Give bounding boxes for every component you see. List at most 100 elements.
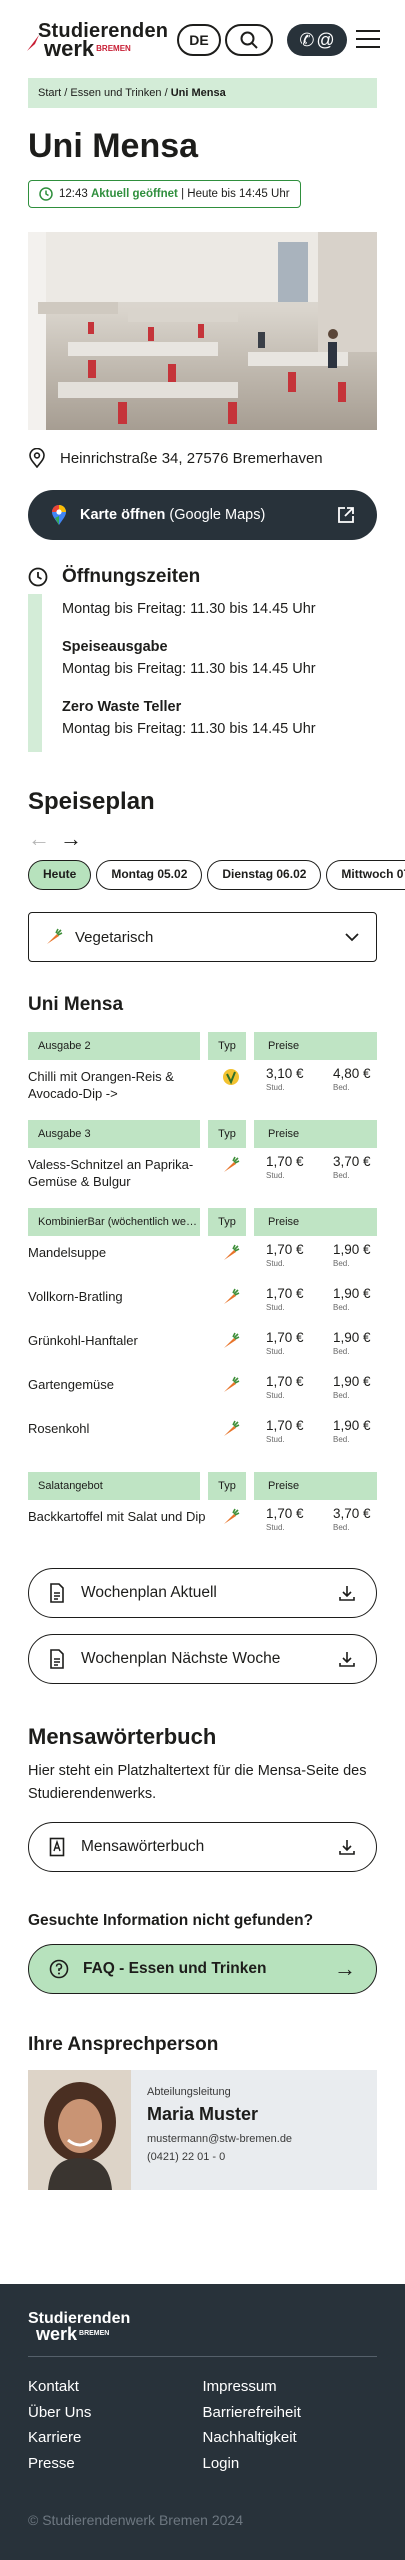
site-header: Studierenden werk BREMEN DE ✆ @ [0, 0, 405, 78]
footer-link-barrierefreiheit[interactable]: Barrierefreiheit [203, 2400, 378, 2426]
footer-link-login[interactable]: Login [203, 2451, 378, 2477]
dish-name: Vollkorn-Bratling [28, 1289, 123, 1304]
col-preise: Preise [254, 1208, 377, 1236]
opening-hours-list: Montag bis Freitag: 11.30 bis 14.45 Uhr … [28, 594, 377, 752]
menu-location-title: Uni Mensa [28, 994, 124, 1015]
woerterbuch-text: Hier steht ein Platzhaltertext für die M… [28, 1763, 367, 1802]
menu-section-header: Ausgabe 2 Typ Preise [28, 1032, 377, 1060]
question-icon [49, 1959, 69, 1979]
menu-item: Vollkorn-Bratling 1,70 € Stud. 1,90 € Bed. [28, 1286, 377, 1324]
menu-list: Ausgabe 2 Typ Preise Chilli mit Orangen-Rei… [0, 1032, 405, 1544]
contact-email[interactable]: mustermann@stw-bremen.de [147, 2133, 292, 2145]
contact-info: Abteilungsleitung Maria Muster musterman… [131, 2070, 292, 2190]
hamburger-icon[interactable] [356, 30, 380, 50]
dish-name: Gartengemüse [28, 1377, 114, 1392]
tab-dienstag[interactable]: Dienstag 06.02 [207, 860, 322, 890]
woerterbuch-download-button[interactable]: Mensawörterbuch [28, 1822, 377, 1872]
footer-link-impressum[interactable]: Impressum [203, 2374, 378, 2400]
diet-filter-select[interactable]: Vegetarisch [28, 912, 377, 962]
footer-link-kontakt[interactable]: Kontakt [28, 2374, 203, 2400]
section-name: Ausgabe 3 [28, 1120, 200, 1148]
status-until: | Heute bis 14:45 Uhr [181, 188, 290, 200]
tab-mittwoch[interactable]: Mittwoch 07.02 [326, 860, 405, 890]
next-arrow-icon[interactable]: → [60, 826, 82, 851]
footer-link-karriere[interactable]: Karriere [28, 2425, 203, 2451]
contact-card: Abteilungsleitung Maria Muster musterman… [28, 2070, 377, 2190]
col-preise: Preise [254, 1472, 377, 1500]
menu-item: Grünkohl-Hanftaler 1,70 € Stud. 1,90 € Bed. [28, 1330, 377, 1368]
maps-label: Karte öffnen [80, 507, 166, 523]
download-label: Wochenplan Nächste Woche [81, 1650, 281, 1667]
wochenplan-aktuell-button[interactable]: Wochenplan Aktuell [28, 1568, 377, 1618]
carrot-icon [224, 1420, 240, 1436]
dish-name: Chilli mit Orangen-Reis & Avocado-Dip -> [28, 1069, 174, 1101]
price-staff: 4,80 € Bed. [333, 1066, 371, 1092]
breadcrumb-item-essen[interactable]: Essen und Trinken [70, 87, 161, 99]
logo-city: BREMEN [96, 44, 131, 53]
hours-speiseausgabe: Speiseausgabe Montag bis Freitag: 11.30 b… [62, 639, 316, 677]
prev-arrow-icon[interactable]: ← [28, 826, 50, 851]
contact-button[interactable]: ✆ @ [287, 24, 347, 56]
footer-logo[interactable]: Studierenden werk BREMEN [28, 2311, 130, 2344]
site-footer: Studierenden werk BREMEN Kontakt Über Uns… [0, 2284, 405, 2560]
contact-photo [28, 2070, 131, 2190]
mail-icon: @ [316, 29, 335, 50]
clock-icon [39, 187, 53, 201]
contact-phone[interactable]: (0421) 22 01 - 0 [147, 2151, 292, 2163]
help-title: Gesuchte Information nicht gefunden? [28, 1912, 314, 1929]
external-link-icon [338, 507, 354, 523]
price-staff: 3,70 € Bed. [333, 1506, 371, 1532]
logo-swoosh-icon [27, 35, 39, 51]
footer-link-presse[interactable]: Presse [28, 2451, 203, 2477]
woerterbuch-title: Mensawörterbuch [28, 1724, 217, 1749]
footer-col-right: Impressum Barrierefreiheit Nachhaltigkei… [203, 2374, 378, 2476]
footer-link-ueber-uns[interactable]: Über Uns [28, 2400, 203, 2426]
price-staff: 3,70 € Bed. [333, 1154, 371, 1180]
contact-name: Maria Muster [147, 2104, 259, 2124]
download-icon [339, 1652, 355, 1667]
download-label: Wochenplan Aktuell [81, 1584, 217, 1601]
footer-link-nachhaltigkeit[interactable]: Nachhaltigkeit [203, 2425, 378, 2451]
language-switch[interactable]: DE [177, 24, 221, 56]
search-button[interactable] [225, 24, 273, 56]
dish-type [208, 1242, 254, 1280]
menu-item: Rosenkohl 1,70 € Stud. 1,90 € Bed. [28, 1418, 377, 1456]
brand-logo[interactable]: Studierenden werk BREMEN [27, 21, 168, 60]
contact-role: Abteilungsleitung [147, 2086, 231, 2098]
address: Heinrichstraße 34, 27576 Bremerhaven [28, 448, 377, 468]
menu-section: Ausgabe 3 Typ Preise Valess-Schnitzel an Pa… [28, 1120, 377, 1192]
menu-section-header: Salatangebot Typ Preise [28, 1472, 377, 1500]
faq-button[interactable]: FAQ - Essen und Trinken → [28, 1944, 377, 1994]
mensa-photo [28, 232, 377, 430]
carrot-icon [224, 1244, 240, 1260]
dish-type [208, 1506, 254, 1544]
dish-name: Grünkohl-Hanftaler [28, 1333, 138, 1348]
menu-item: Chilli mit Orangen-Reis & Avocado-Dip ->… [28, 1066, 377, 1104]
vegan-icon [223, 1069, 239, 1085]
price-student: 1,70 € Stud. [266, 1418, 304, 1444]
dish-type [208, 1154, 254, 1192]
breadcrumb-item-start[interactable]: Start [38, 87, 61, 99]
contact-title: Ihre Ansprechperson [28, 2034, 219, 2055]
day-tabs: Heute Montag 05.02 Dienstag 06.02 Mittwoch … [28, 860, 405, 894]
carrot-icon [224, 1332, 240, 1348]
col-typ: Typ [208, 1472, 246, 1500]
dish-name: Valess-Schnitzel an Paprika-Gemüse & Bul… [28, 1157, 194, 1189]
price-student: 1,70 € Stud. [266, 1286, 304, 1312]
breadcrumb: Start / Essen und Trinken / Uni Mensa [28, 78, 377, 108]
faq-label: FAQ - Essen und Trinken [83, 1960, 267, 1977]
phone-icon: ✆ [299, 29, 315, 50]
address-text: Heinrichstraße 34, 27576 Bremerhaven [60, 449, 323, 467]
google-maps-button[interactable]: Karte öffnen (Google Maps) [28, 490, 377, 540]
clock-icon [28, 567, 48, 587]
col-typ: Typ [208, 1032, 246, 1060]
tab-heute[interactable]: Heute [28, 860, 92, 890]
tab-montag[interactable]: Montag 05.02 [96, 860, 203, 890]
wochenplan-naechste-woche-button[interactable]: Wochenplan Nächste Woche [28, 1634, 377, 1684]
menu-section: Salatangebot Typ Preise Backkartoffel mit S… [28, 1472, 377, 1544]
price-staff: 1,90 € Bed. [333, 1242, 371, 1268]
dish-type [208, 1418, 254, 1456]
person-photo [28, 2070, 131, 2190]
status-time: 12:43 [59, 188, 88, 200]
col-typ: Typ [208, 1208, 246, 1236]
